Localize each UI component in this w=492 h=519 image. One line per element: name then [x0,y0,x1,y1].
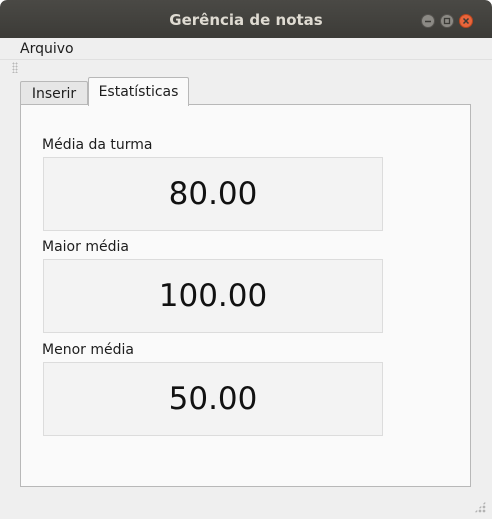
close-icon [462,17,470,25]
tab-estatisticas[interactable]: Estatísticas [88,77,189,106]
maximize-icon [443,17,451,25]
window-title: Gerência de notas [169,11,323,29]
toolbar-grip-handle[interactable] [12,62,18,73]
minimize-button[interactable] [421,14,435,28]
toolbar [0,59,492,76]
tab-bar: Inserir Estatísticas [0,77,492,106]
average-value-display: 80.00 [43,157,383,231]
tab-inserir[interactable]: Inserir [20,81,88,105]
maximize-button[interactable] [440,14,454,28]
minimize-icon [425,20,431,23]
menu-bar: Arquivo [0,38,492,59]
app-window: Gerência de notas Arquivo Inserir Estatí… [0,0,492,519]
menu-arquivo[interactable]: Arquivo [20,41,74,57]
close-button[interactable] [459,14,473,28]
title-bar[interactable]: Gerência de notas [0,0,492,38]
resize-grip-handle[interactable] [474,501,486,513]
average-label: Média da turma [42,137,153,153]
max-label: Maior média [42,239,129,255]
min-label: Menor média [42,342,134,358]
status-bar [0,490,492,519]
max-value-display: 100.00 [43,259,383,333]
min-value-display: 50.00 [43,362,383,436]
